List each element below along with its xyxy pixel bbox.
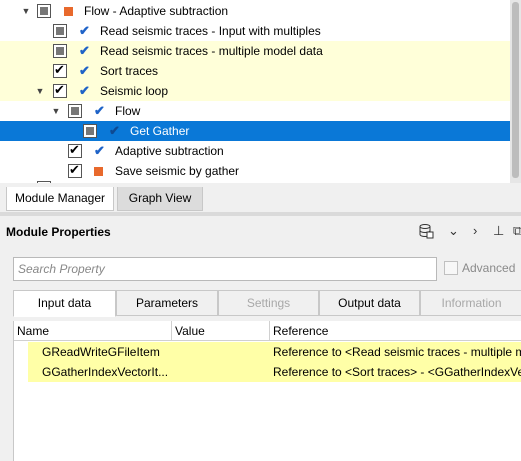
tab-information[interactable]: Information xyxy=(420,290,521,316)
tree-item-read-input[interactable]: ✔ Read seismic traces - Input with multi… xyxy=(0,21,510,41)
advanced-label: Advanced xyxy=(462,261,516,275)
checkbox-checked[interactable] xyxy=(68,142,82,158)
tree-item-sort-traces[interactable]: ✔ Sort traces xyxy=(0,61,510,81)
tree-item-flow-root[interactable]: ▼ Flow - Adaptive subtraction xyxy=(0,1,510,21)
chevron-down-icon[interactable]: ⌄ xyxy=(448,223,459,239)
checkbox-partial[interactable] xyxy=(68,104,82,118)
tree-item-label: Get Gather xyxy=(130,124,190,138)
tree-scrollbar-thumb[interactable] xyxy=(512,2,519,178)
properties-grid[interactable]: Name Value Reference GReadWriteGFileItem… xyxy=(13,321,521,461)
tree-item-label: Read seismic traces - Input with multipl… xyxy=(100,24,321,38)
checkbox-checked[interactable] xyxy=(53,62,67,78)
search-input[interactable] xyxy=(16,258,430,280)
checkmark-icon: ✔ xyxy=(109,123,120,138)
flow-tree[interactable]: ▼ Flow - Adaptive subtraction ✔ Read sei… xyxy=(0,0,510,183)
tab-output-data[interactable]: Output data xyxy=(319,290,420,316)
column-header-reference[interactable]: Reference xyxy=(270,321,521,341)
tree-item-label: Read seismic traces - multiple model dat… xyxy=(100,44,323,58)
cell-reference: Reference to <Read seismic traces - mult… xyxy=(273,345,521,359)
checkbox-partial[interactable] xyxy=(37,4,51,18)
tree-item-label: Save seismic by gather xyxy=(115,164,240,178)
tree-item-label: Flow xyxy=(115,104,141,118)
column-header-value[interactable]: Value xyxy=(172,321,270,341)
collapse-arrow-icon[interactable]: ▼ xyxy=(20,4,32,18)
checkmark-icon: ✔ xyxy=(79,83,90,98)
tab-parameters[interactable]: Parameters xyxy=(116,290,218,316)
checkmark-icon: ✔ xyxy=(79,63,90,78)
cell-reference: Reference to <Sort traces> - <GGatherInd… xyxy=(273,365,521,379)
tree-item-seismic-loop[interactable]: ▼ ✔ Seismic loop xyxy=(0,81,510,101)
checkmark-icon: ✔ xyxy=(94,103,105,118)
table-row[interactable]: GGatherIndexVectorIt... Reference to <So… xyxy=(14,362,521,382)
tab-graph-view[interactable]: Graph View xyxy=(117,187,203,211)
checkbox-checked[interactable] xyxy=(68,162,82,178)
checkbox-partial[interactable] xyxy=(83,124,97,138)
database-icon[interactable] xyxy=(418,223,434,242)
cell-name: GReadWriteGFileItem xyxy=(42,345,160,359)
tree-item-label: Sort traces xyxy=(100,64,159,78)
tree-item-get-gather[interactable]: ✔ Get Gather xyxy=(0,121,510,141)
column-header-name[interactable]: Name xyxy=(14,321,172,341)
checkbox-partial[interactable] xyxy=(53,24,67,38)
table-row[interactable]: GReadWriteGFileItem Reference to <Read s… xyxy=(14,342,521,362)
tree-item-adaptive-subtraction[interactable]: ✔ Adaptive subtraction xyxy=(0,141,510,161)
checkbox-checked[interactable] xyxy=(53,82,67,98)
tree-item-label: Flow - Adaptive subtraction xyxy=(84,4,229,18)
tree-item-label: Adaptive subtraction xyxy=(115,144,224,158)
collapse-arrow-icon[interactable]: ▼ xyxy=(34,84,46,98)
advanced-checkbox[interactable] xyxy=(444,261,458,275)
tab-module-manager[interactable]: Module Manager xyxy=(6,187,114,211)
checkmark-icon: ✔ xyxy=(79,23,90,38)
orange-square-icon xyxy=(64,7,73,16)
tree-item-flow-inner[interactable]: ▼ ✔ Flow xyxy=(0,101,510,121)
checkmark-icon: ✔ xyxy=(79,43,90,58)
tree-item-read-model[interactable]: ✔ Read seismic traces - multiple model d… xyxy=(0,41,510,61)
tree-item-save-seismic[interactable]: Save seismic by gather xyxy=(0,161,510,181)
chevron-right-icon[interactable]: › xyxy=(473,223,477,238)
checkbox-partial[interactable] xyxy=(53,44,67,58)
tab-settings[interactable]: Settings xyxy=(218,290,319,316)
search-property-field[interactable] xyxy=(13,257,437,281)
cell-name: GGatherIndexVectorIt... xyxy=(42,365,169,379)
tree-item-label: Seismic loop xyxy=(100,84,169,98)
row-header xyxy=(14,362,28,382)
orange-square-icon xyxy=(94,167,103,176)
splitter[interactable] xyxy=(0,212,521,216)
tab-input-data[interactable]: Input data xyxy=(13,290,116,317)
float-icon[interactable]: ⧉ xyxy=(513,223,521,239)
panel-title: Module Properties xyxy=(6,225,111,239)
row-header xyxy=(14,342,28,362)
collapse-arrow-icon[interactable]: ▼ xyxy=(50,104,62,118)
checkmark-icon: ✔ xyxy=(94,143,105,158)
pin-icon[interactable]: ⊥ xyxy=(493,223,504,239)
